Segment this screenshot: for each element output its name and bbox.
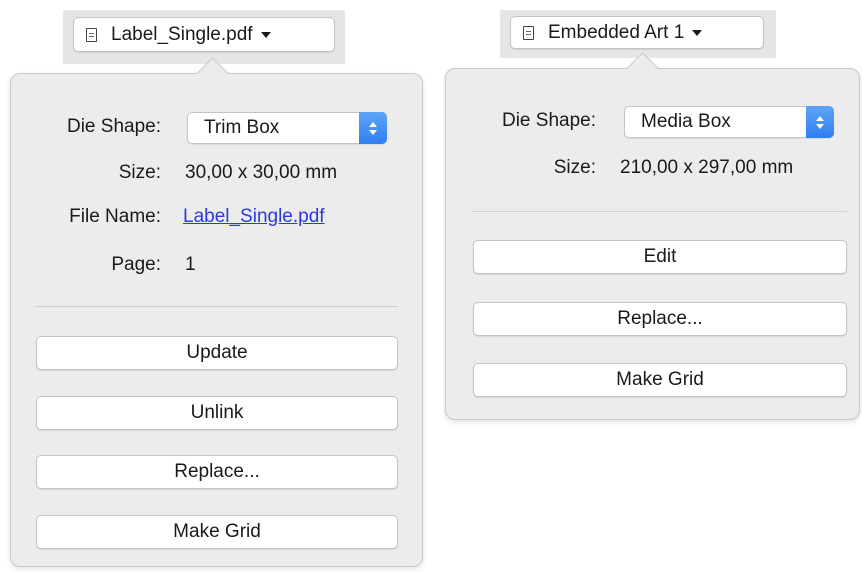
update-button[interactable]: Update	[36, 336, 398, 370]
die-shape-label: Die Shape:	[501, 110, 596, 131]
stage: Label_Single.pdf Die Shape: Trim Box Siz…	[0, 0, 862, 572]
replace-button[interactable]: Replace...	[36, 455, 398, 489]
left-divider	[35, 306, 398, 307]
left-art-dropdown-label: Label_Single.pdf	[111, 23, 253, 45]
chevron-down-icon	[692, 29, 703, 36]
unlink-button[interactable]: Unlink	[36, 396, 398, 430]
document-icon	[523, 25, 534, 40]
die-shape-value: Media Box	[641, 111, 731, 132]
right-art-dropdown-label: Embedded Art 1	[548, 21, 685, 43]
right-popover: Die Shape: Media Box Size: 210,00 x 297,…	[445, 52, 860, 420]
size-label: Size:	[553, 157, 596, 178]
left-popover: Die Shape: Trim Box Size: 30,00 x 30,00 …	[10, 57, 423, 567]
die-shape-value: Trim Box	[204, 117, 280, 138]
select-stepper-icon	[359, 112, 387, 144]
right-divider	[472, 211, 847, 212]
size-value: 210,00 x 297,00 mm	[620, 157, 794, 178]
select-stepper-icon	[806, 106, 834, 138]
size-value: 30,00 x 30,00 mm	[185, 162, 338, 183]
page-label: Page:	[111, 254, 161, 275]
page-value: 1	[185, 254, 196, 275]
make-grid-button[interactable]: Make Grid	[36, 515, 398, 549]
file-name-link[interactable]: Label_Single.pdf	[183, 206, 325, 228]
edit-button[interactable]: Edit	[473, 240, 847, 274]
replace-button[interactable]: Replace...	[473, 302, 847, 336]
chevron-down-icon	[260, 31, 271, 38]
make-grid-button[interactable]: Make Grid	[473, 363, 847, 397]
die-shape-select[interactable]: Media Box	[624, 106, 834, 138]
document-icon	[86, 27, 97, 42]
size-label: Size:	[118, 162, 161, 183]
file-name-label: File Name:	[69, 206, 161, 227]
right-art-dropdown[interactable]: Embedded Art 1	[510, 16, 764, 49]
die-shape-label: Die Shape:	[66, 116, 161, 137]
left-art-dropdown[interactable]: Label_Single.pdf	[73, 17, 335, 52]
die-shape-select[interactable]: Trim Box	[187, 112, 387, 144]
